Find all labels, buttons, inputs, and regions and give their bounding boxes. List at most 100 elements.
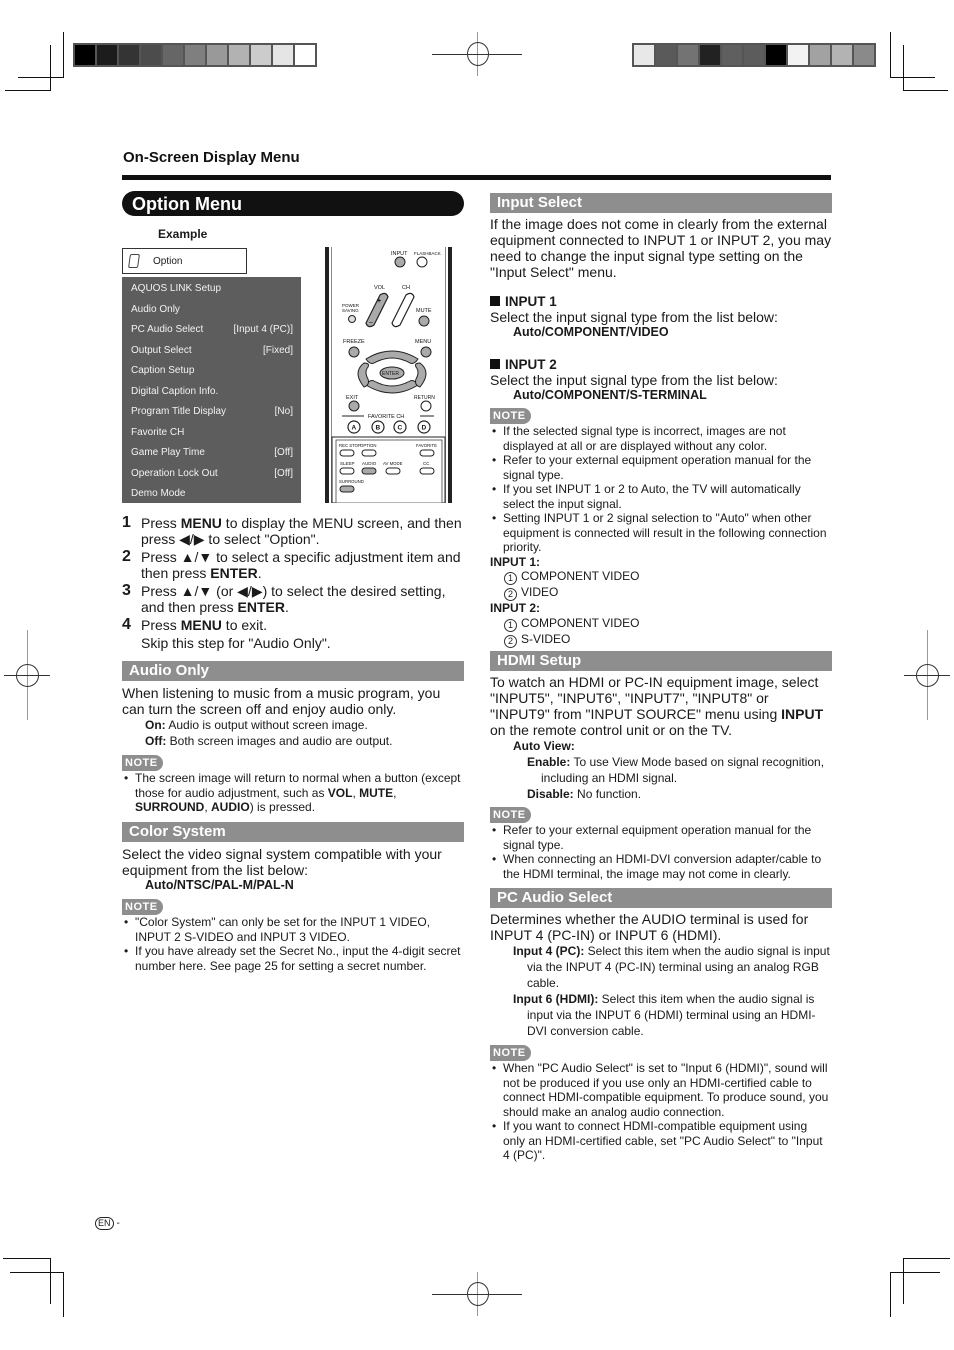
section-label: On-Screen Display Menu xyxy=(123,149,300,166)
osd-menu-item: Digital Caption Info. xyxy=(131,382,293,403)
color-system-intro: Select the video signal system compatibl… xyxy=(122,846,442,878)
remote-label-favorite-ch: FAVORITE CH xyxy=(368,414,404,420)
remote-label-flashback: FLASHBACK xyxy=(414,251,441,256)
disable-def: Disable: No function. xyxy=(527,787,642,801)
color-system-heading: Color System xyxy=(122,822,464,842)
color-swatch xyxy=(141,45,161,65)
input-select-intro: If the image does not come in clearly fr… xyxy=(490,216,832,280)
osd-menu-item: Audio Only xyxy=(131,300,293,321)
color-swatch xyxy=(788,45,808,65)
remote-button-audio xyxy=(361,467,377,475)
input1-text: Select the input signal type from the li… xyxy=(490,309,778,325)
remote-label-ch: CH xyxy=(402,285,410,291)
square-bullet-icon xyxy=(490,359,500,369)
color-swatch xyxy=(810,45,830,65)
step-number: 4 xyxy=(122,616,131,633)
page-title: Option Menu xyxy=(122,191,464,216)
svg-text:D: D xyxy=(422,425,427,432)
osd-menu-item-value: [No] xyxy=(274,406,293,417)
note-item: If you set INPUT 1 or 2 to Auto, the TV … xyxy=(490,482,832,511)
note-item: When "PC Audio Select" is set to "Input … xyxy=(490,1061,832,1119)
priority-item: 2 VIDEO xyxy=(490,585,832,601)
color-system-options: Auto/NTSC/PAL-M/PAL-N xyxy=(145,878,294,892)
osd-menu-item: Favorite CH xyxy=(131,423,293,444)
osd-menu-item: Caption Setup xyxy=(131,361,293,382)
step-number: 2 xyxy=(122,548,131,565)
color-swatch xyxy=(75,45,95,65)
svg-text:–: – xyxy=(369,319,373,326)
note-item: If the selected signal type is incorrect… xyxy=(490,424,832,453)
input1-options: Auto/COMPONENT/VIDEO xyxy=(513,325,669,339)
osd-menu-item-value: [Off] xyxy=(274,447,293,458)
hdmi-setup-intro: To watch an HDMI or PC-IN equipment imag… xyxy=(490,674,824,738)
remote-label-exit: EXIT xyxy=(346,395,359,401)
priority-item: 2 S-VIDEO xyxy=(490,632,832,648)
remote-button-av-mode xyxy=(385,467,401,475)
step-item: 1 Press MENU to display the MENU screen, … xyxy=(122,514,467,548)
color-swatch xyxy=(678,45,698,65)
priority-item: 1 COMPONENT VIDEO xyxy=(490,569,832,585)
svg-text:B: B xyxy=(376,425,381,432)
step-number: 1 xyxy=(122,514,131,531)
auto-view-label: Auto View: xyxy=(513,739,575,753)
circled-number-icon: 1 xyxy=(504,618,517,632)
color-swatch xyxy=(119,45,139,65)
note-item: When connecting an HDMI-DVI conversion a… xyxy=(490,852,832,881)
note-item: Refer to your external equipment operati… xyxy=(490,453,832,482)
hdmi-setup-notes: Refer to your external equipment operati… xyxy=(490,823,832,881)
note-badge: NOTE xyxy=(490,1045,531,1061)
osd-option-tab: Option xyxy=(122,248,247,274)
osd-tab-label: Option xyxy=(153,255,183,267)
circled-number-icon: 2 xyxy=(504,588,517,601)
remote-label-vol: VOL xyxy=(374,285,385,291)
osd-menu-item: AQUOS LINK Setup xyxy=(131,279,293,300)
svg-text:A: A xyxy=(352,425,357,432)
input-select-notes: If the selected signal type is incorrect… xyxy=(490,424,832,555)
remote-button-favorite xyxy=(419,449,435,457)
color-swatch xyxy=(207,45,227,65)
input2-text: Select the input signal type from the li… xyxy=(490,372,778,388)
grayscale-bar-right xyxy=(632,43,876,67)
audio-only-notes: The screen image will return to normal w… xyxy=(122,771,464,815)
priority-item: 1 COMPONENT VIDEO xyxy=(490,616,832,632)
remote-ch-rocker xyxy=(391,292,415,328)
color-swatch xyxy=(656,45,676,65)
color-swatch xyxy=(634,45,654,65)
step-text: Press ▲/▼ to select a specific adjustmen… xyxy=(141,549,461,581)
grayscale-bar-left xyxy=(73,43,317,67)
remote-label-return: RETURN xyxy=(414,395,435,401)
osd-menu-item-label: Operation Lock Out xyxy=(131,467,218,479)
osd-menu-item: Demo Mode xyxy=(131,484,293,505)
color-swatch xyxy=(722,45,742,65)
remote-label-menu: MENU xyxy=(415,339,431,345)
registration-mark-right xyxy=(904,630,950,720)
remote-button-exit xyxy=(348,400,360,412)
step-item: 2 Press ▲/▼ to select a specific adjustme… xyxy=(122,548,467,582)
step-text: Press MENU to display the MENU screen, a… xyxy=(141,515,462,547)
remote-button-cc xyxy=(419,467,435,475)
color-swatch xyxy=(251,45,271,65)
remote-button-freeze xyxy=(348,346,360,358)
input2-options: Auto/COMPONENT/S-TERMINAL xyxy=(513,388,707,402)
note-badge: NOTE xyxy=(490,807,531,823)
input6-hdmi-def: Input 6 (HDMI): Select this item when th… xyxy=(513,992,816,1038)
note-badge: NOTE xyxy=(122,899,163,915)
step-text: Press MENU to exit. xyxy=(141,617,268,633)
svg-text:+: + xyxy=(377,298,381,305)
remote-button-rec-stop xyxy=(339,449,355,457)
color-swatch xyxy=(766,45,786,65)
color-swatch xyxy=(185,45,205,65)
circled-number-icon: 2 xyxy=(504,634,517,648)
step-number: 3 xyxy=(122,582,131,599)
example-label: Example xyxy=(158,227,208,241)
pc-audio-select-intro: Determines whether the AUDIO terminal is… xyxy=(490,911,809,943)
pc-audio-select-heading: PC Audio Select xyxy=(490,888,832,908)
remote-label-favorite: FAVORITE xyxy=(416,443,437,448)
registration-mark-bottom xyxy=(432,1272,522,1316)
audio-only-heading: Audio Only xyxy=(122,661,464,681)
color-swatch xyxy=(854,45,874,65)
audio-only-intro: When listening to music from a music pro… xyxy=(122,685,441,717)
header-rule xyxy=(122,175,831,180)
note-item: The screen image will return to normal w… xyxy=(122,771,464,815)
remote-button-return xyxy=(420,400,432,412)
